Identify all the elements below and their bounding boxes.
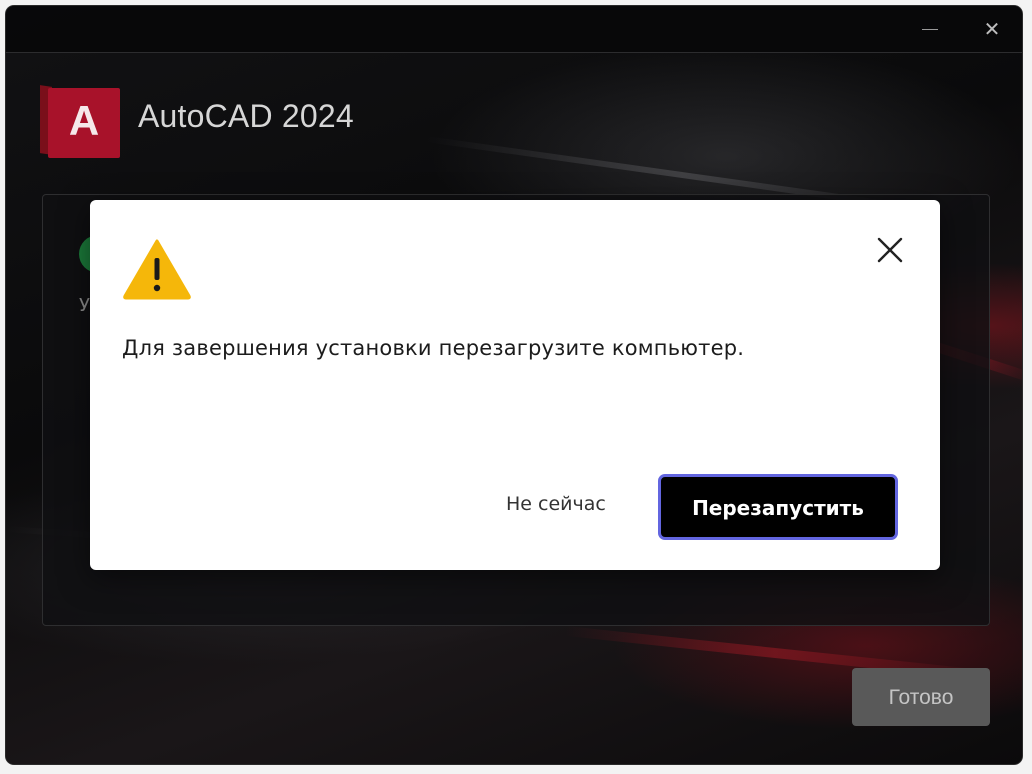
installer-window: ✕ A AutoCAD 2024 У Готово Для завершения… bbox=[6, 6, 1022, 764]
close-icon[interactable] bbox=[874, 234, 906, 266]
warning-icon bbox=[123, 239, 191, 300]
not-now-button[interactable]: Не сейчас bbox=[496, 484, 616, 524]
restart-button[interactable]: Перезапустить bbox=[658, 474, 898, 540]
restart-dialog: Для завершения установки перезагрузите к… bbox=[90, 200, 940, 570]
dialog-message: Для завершения установки перезагрузите к… bbox=[122, 336, 745, 360]
